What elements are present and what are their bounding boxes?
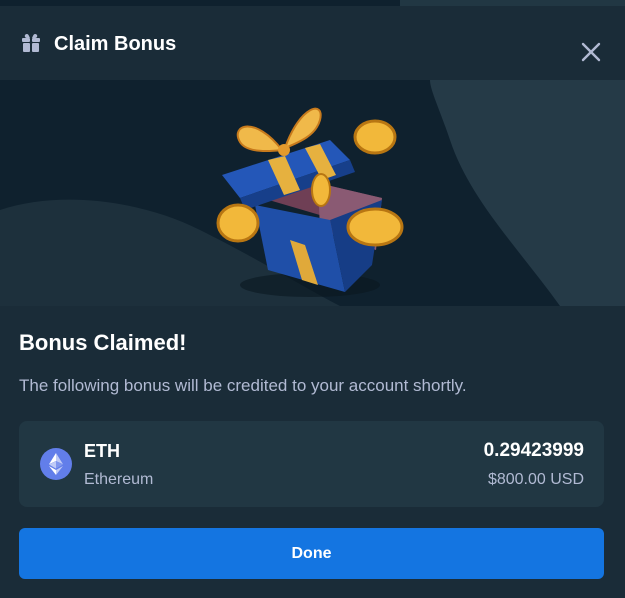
currency-name: Ethereum xyxy=(84,471,154,488)
modal-title: Claim Bonus xyxy=(54,33,177,55)
hero-banner xyxy=(0,80,625,306)
ethereum-icon xyxy=(40,448,72,480)
success-description: The following bonus will be credited to … xyxy=(19,376,467,395)
gift-icon xyxy=(22,34,40,52)
bonus-amount: 0.29423999 xyxy=(483,440,584,461)
modal-header: Claim Bonus xyxy=(0,8,625,80)
currency-symbol: ETH xyxy=(84,441,120,461)
bonus-card: ETH Ethereum 0.29423999 $800.00 USD xyxy=(19,421,604,507)
claim-bonus-modal: Claim Bonus Bonus Claimed! The following… xyxy=(0,0,625,598)
bonus-usd-value: $800.00 USD xyxy=(487,471,584,488)
top-strip xyxy=(0,0,625,6)
done-button[interactable]: Done xyxy=(19,528,604,579)
close-icon[interactable] xyxy=(578,39,604,65)
gift-illustration xyxy=(0,80,625,306)
success-heading: Bonus Claimed! xyxy=(19,330,187,355)
